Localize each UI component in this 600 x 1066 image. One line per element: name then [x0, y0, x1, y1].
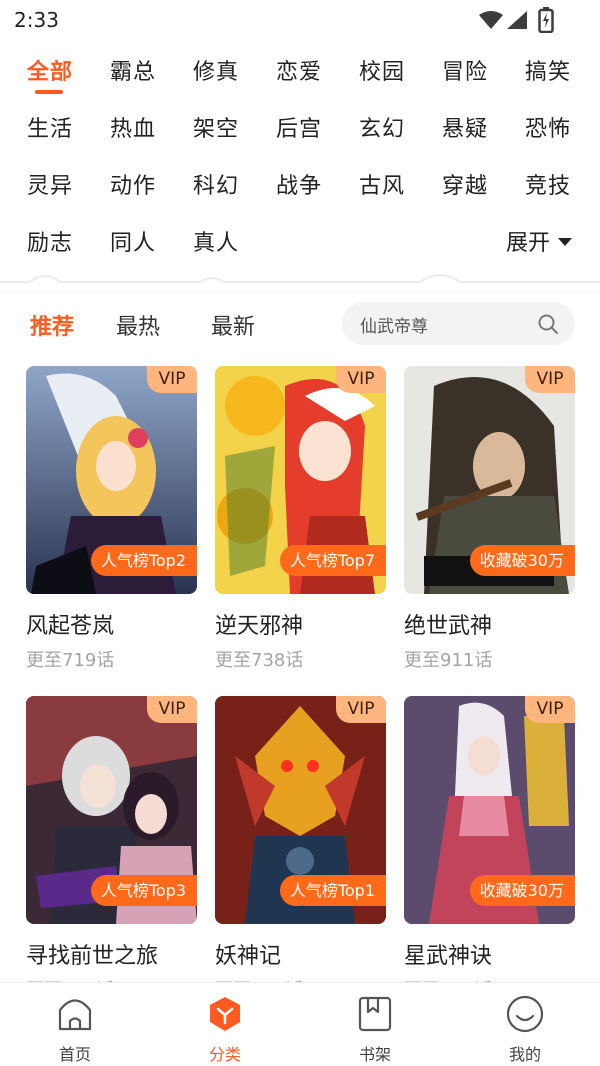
search-icon	[538, 314, 558, 334]
bottom-nav: 首页 分类 书架 我的	[0, 982, 600, 1066]
category-item[interactable]: 同人	[110, 225, 156, 257]
tab-newest[interactable]: 最新	[211, 309, 255, 341]
comic-update: 更至738话	[215, 650, 304, 671]
tab-hottest[interactable]: 最热	[116, 309, 160, 341]
comic-title[interactable]: 风起苍岚	[26, 608, 197, 640]
nav-profile-label: 我的	[508, 1045, 541, 1064]
bookshelf-icon	[358, 996, 392, 1032]
category-item[interactable]: 动作	[110, 168, 156, 200]
nav-bookshelf[interactable]: 书架	[335, 995, 415, 1065]
category-item[interactable]: 励志	[27, 225, 73, 257]
battery-icon	[538, 7, 554, 33]
nav-profile[interactable]: 我的	[485, 995, 565, 1065]
comic-card[interactable]: VIP 收藏破30万 绝世武神 更至911话	[404, 366, 575, 672]
comic-card[interactable]: VIP 人气榜Top2 风起苍岚 更至719话	[26, 366, 197, 672]
category-item[interactable]: 科幻	[193, 168, 239, 200]
rank-badge: 人气榜Top1	[279, 875, 386, 906]
vip-badge: VIP	[147, 366, 197, 393]
tab-recommended[interactable]: 推荐	[30, 309, 74, 341]
category-item[interactable]: 后宫	[276, 111, 322, 143]
sort-tabs: 推荐 最热 最新 仙武帝尊	[0, 296, 600, 352]
comic-cover[interactable]: VIP 人气榜Top2	[26, 366, 197, 594]
nav-home[interactable]: 首页	[35, 995, 115, 1065]
expand-button[interactable]: 展开	[506, 225, 572, 257]
category-item[interactable]: 真人	[193, 225, 239, 257]
category-row: 生活 热血 架空 后宫 玄幻 悬疑 恐怖	[0, 105, 600, 162]
comic-cover[interactable]: VIP 收藏破30万	[404, 696, 575, 924]
home-icon	[58, 999, 92, 1031]
nav-home-label: 首页	[58, 1045, 91, 1064]
category-item[interactable]: 霸总	[110, 54, 156, 86]
category-item[interactable]: 战争	[276, 168, 322, 200]
category-item[interactable]: 冒险	[442, 54, 488, 86]
category-item[interactable]: 竞技	[525, 168, 571, 200]
category-row: 灵异 动作 科幻 战争 古风 穿越 竞技	[0, 162, 600, 219]
category-item[interactable]: 灵异	[27, 168, 73, 200]
wifi-icon	[479, 11, 503, 29]
category-item[interactable]: 恐怖	[525, 111, 571, 143]
category-item[interactable]: 校园	[359, 54, 405, 86]
vip-badge: VIP	[525, 366, 575, 393]
caret-down-icon	[558, 238, 572, 246]
comic-title[interactable]: 星武神诀	[404, 938, 575, 970]
nav-category-label: 分类	[208, 1045, 241, 1064]
signal-icon	[507, 11, 527, 29]
status-time: 2:33	[14, 8, 59, 32]
comic-card[interactable]: VIP 人气榜Top1 妖神记 更至305话	[215, 696, 386, 1002]
category-item[interactable]: 恋爱	[276, 54, 322, 86]
category-item[interactable]: 悬疑	[442, 111, 488, 143]
comic-cover[interactable]: VIP 收藏破30万	[404, 366, 575, 594]
comic-card[interactable]: VIP 人气榜Top7 逆天邪神 更至738话	[215, 366, 386, 672]
nav-category[interactable]: 分类	[185, 995, 265, 1065]
comic-title[interactable]: 绝世武神	[404, 608, 575, 640]
rank-badge: 收藏破30万	[469, 545, 575, 576]
category-item[interactable]: 搞笑	[525, 54, 571, 86]
comic-card[interactable]: VIP 收藏破30万 星武神诀 更至872话	[404, 696, 575, 1002]
comic-cover[interactable]: VIP 人气榜Top3	[26, 696, 197, 924]
comic-title[interactable]: 寻找前世之旅	[26, 938, 197, 970]
comic-update: 更至911话	[404, 650, 493, 671]
rank-badge: 人气榜Top2	[90, 545, 197, 576]
vip-badge: VIP	[147, 696, 197, 723]
comic-cover[interactable]: VIP 人气榜Top7	[215, 366, 386, 594]
rank-badge: 收藏破30万	[469, 875, 575, 906]
category-all[interactable]: 全部	[27, 54, 73, 94]
category-item[interactable]: 穿越	[442, 168, 488, 200]
category-icon	[210, 997, 240, 1031]
comic-cover[interactable]: VIP 人气榜Top1	[215, 696, 386, 924]
category-item[interactable]: 古风	[359, 168, 405, 200]
category-item[interactable]: 热血	[110, 111, 156, 143]
comic-card[interactable]: VIP 人气榜Top3 寻找前世之旅 更至795话	[26, 696, 197, 1002]
profile-icon	[506, 995, 544, 1033]
vip-badge: VIP	[525, 696, 575, 723]
category-filter: 全部 霸总 修真 恋爱 校园 冒险 搞笑 生活 热血 架空 后宫 玄幻 悬疑 恐…	[0, 48, 600, 276]
comic-update: 更至719话	[26, 650, 115, 671]
vip-badge: VIP	[336, 696, 386, 723]
comic-title[interactable]: 妖神记	[215, 938, 386, 970]
wave-divider	[0, 274, 600, 292]
category-item[interactable]: 修真	[193, 54, 239, 86]
rank-badge: 人气榜Top7	[279, 545, 386, 576]
category-row: 全部 霸总 修真 恋爱 校园 冒险 搞笑	[0, 48, 600, 105]
nav-bookshelf-label: 书架	[358, 1045, 391, 1064]
category-item[interactable]: 生活	[27, 111, 73, 143]
vip-badge: VIP	[336, 366, 386, 393]
category-item[interactable]: 架空	[193, 111, 239, 143]
search-input[interactable]: 仙武帝尊	[342, 302, 575, 345]
rank-badge: 人气榜Top3	[90, 875, 197, 906]
expand-label: 展开	[505, 231, 550, 256]
status-bar: 2:33	[0, 0, 600, 40]
comic-title[interactable]: 逆天邪神	[215, 608, 386, 640]
search-placeholder: 仙武帝尊	[360, 317, 428, 337]
category-item[interactable]: 玄幻	[359, 111, 405, 143]
